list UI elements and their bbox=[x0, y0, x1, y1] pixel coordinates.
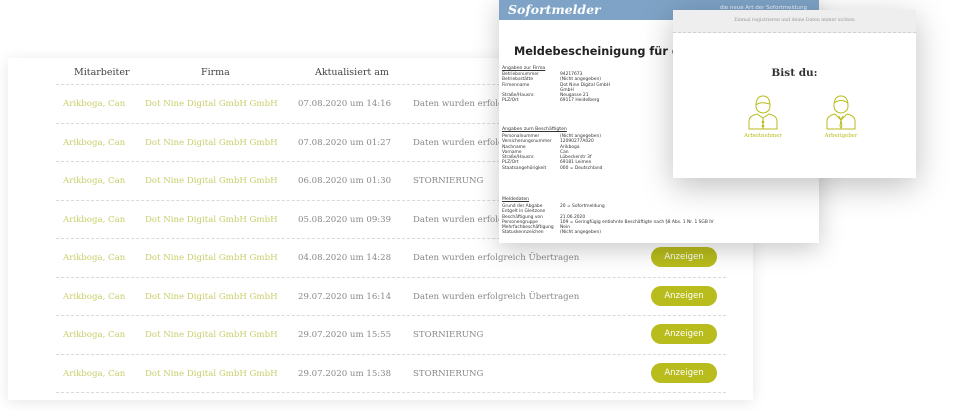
report-section-rows: Grund der Abgabe 20 = Sofortmeldung Entge… bbox=[502, 204, 714, 236]
header-mitarbeiter: Mitarbeiter bbox=[74, 67, 130, 78]
employer-icon bbox=[826, 95, 856, 130]
updated-date: 29.07.2020 um 15:55 bbox=[298, 330, 392, 340]
company-link[interactable]: Dot Nine Digital GmbH GmbH bbox=[145, 292, 278, 302]
employee-link[interactable]: Arikboga, Can bbox=[63, 253, 125, 263]
company-link[interactable]: Dot Nine Digital GmbH GmbH bbox=[145, 138, 278, 148]
employee-link[interactable]: Arikboga, Can bbox=[63, 99, 125, 109]
employer-option[interactable]: Arbeitgeber bbox=[811, 93, 871, 153]
employee-link[interactable]: Arikboga, Can bbox=[63, 292, 125, 302]
show-button[interactable]: Anzeigen bbox=[651, 324, 717, 344]
table-row: Arikboga, Can Dot Nine Digital GmbH GmbH… bbox=[56, 238, 726, 277]
register-banner: Einmal registrieren und deine Daten imme… bbox=[673, 10, 916, 33]
employee-link[interactable]: Arikboga, Can bbox=[63, 138, 125, 148]
employer-option-label: Arbeitgeber bbox=[824, 133, 858, 139]
firm-section-rows: Betriebsnummer 94217673 Betriebsstätte (Ni… bbox=[502, 72, 610, 104]
employee-link[interactable]: Arikboga, Can bbox=[63, 369, 125, 379]
employee-link[interactable]: Arikboga, Can bbox=[63, 176, 125, 186]
register-banner-text: Einmal registrieren und deine Daten imme… bbox=[734, 18, 855, 23]
report-section-title: Meldedaten bbox=[502, 197, 530, 202]
employee-link[interactable]: Arikboga, Can bbox=[63, 330, 125, 340]
header-aktualisiert: Aktualisiert am bbox=[315, 67, 389, 78]
show-button[interactable]: Anzeigen bbox=[651, 285, 717, 306]
employee-link[interactable]: Arikboga, Can bbox=[63, 215, 125, 225]
updated-date: 07.08.2020 um 14:16 bbox=[298, 99, 392, 109]
status-text: Daten wurden erfolgreich Übertragen bbox=[413, 291, 580, 302]
company-link[interactable]: Dot Nine Digital GmbH GmbH bbox=[145, 369, 278, 379]
firm-section-title: Angaben zur Firma bbox=[502, 66, 546, 71]
table-bottom-divider bbox=[56, 392, 726, 393]
company-link[interactable]: Dot Nine Digital GmbH GmbH bbox=[145, 215, 278, 225]
updated-date: 07.08.2020 um 01:27 bbox=[298, 137, 392, 148]
employee-section-title: Angaben zum Beschäftigten bbox=[502, 127, 567, 132]
employee-section-rows: Personalnummer (Nicht angegeben) Versiche… bbox=[502, 134, 603, 171]
show-button[interactable]: Anzeigen bbox=[651, 362, 717, 383]
table-row: Arikboga, Can Dot Nine Digital GmbH GmbH… bbox=[56, 315, 726, 354]
company-link[interactable]: Dot Nine Digital GmbH GmbH bbox=[145, 99, 278, 109]
company-link[interactable]: Dot Nine Digital GmbH GmbH bbox=[145, 253, 278, 263]
status-text: Daten wurden erfolgre bbox=[413, 137, 513, 148]
company-link[interactable]: Dot Nine Digital GmbH GmbH bbox=[145, 330, 278, 340]
status-text: STORNIERUNG bbox=[413, 176, 484, 186]
updated-date: 04.08.2020 um 14:28 bbox=[298, 253, 392, 263]
employee-icon bbox=[748, 95, 778, 130]
employee-option[interactable]: Arbeitnehmer bbox=[733, 93, 793, 153]
show-button[interactable]: Anzeigen bbox=[651, 247, 717, 267]
status-text: Daten wurden erfolgreich Übertragen bbox=[413, 253, 580, 263]
status-text: STORNIERUNG bbox=[413, 330, 484, 340]
employee-option-label: Arbeitnehmer bbox=[743, 133, 782, 139]
table-row: Arikboga, Can Dot Nine Digital GmbH GmbH… bbox=[56, 353, 726, 393]
role-select-popup: Einmal registrieren und deine Daten imme… bbox=[673, 10, 916, 178]
updated-date: 29.07.2020 um 16:14 bbox=[298, 291, 392, 302]
popup-title: Bist du: bbox=[771, 67, 818, 79]
updated-date: 29.07.2020 um 15:38 bbox=[298, 368, 392, 379]
status-text: Daten wurden erfolgre bbox=[413, 99, 513, 109]
header-firma: Firma bbox=[201, 67, 230, 78]
updated-date: 06.08.2020 um 01:30 bbox=[298, 176, 392, 186]
company-link[interactable]: Dot Nine Digital GmbH GmbH bbox=[145, 176, 278, 186]
table-row: Arikboga, Can Dot Nine Digital GmbH GmbH… bbox=[56, 276, 726, 316]
status-text: Daten wurden erfolgr bbox=[413, 214, 508, 225]
status-text: STORNIERUNG bbox=[413, 368, 484, 379]
brand-logo: Sofortmelder bbox=[508, 2, 601, 17]
updated-date: 05.08.2020 um 09:39 bbox=[298, 214, 392, 225]
